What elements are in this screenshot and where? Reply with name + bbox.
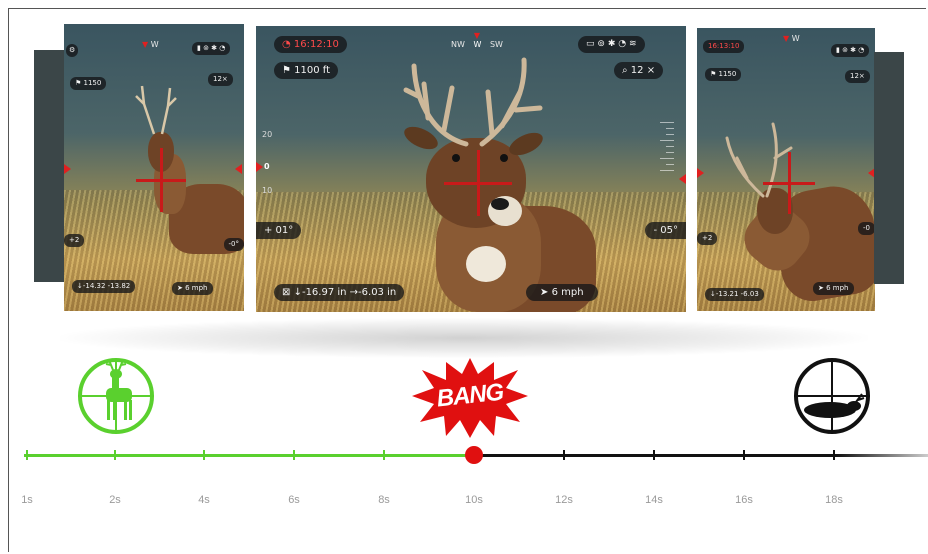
main-right-scale: [660, 122, 676, 176]
main-zoom-value: 12 ×: [630, 65, 656, 76]
left-level-marker-icon: [64, 164, 71, 174]
timeline-tick: [563, 450, 565, 460]
left-range-value: 1150: [83, 79, 102, 87]
left-compass: ▼ W: [142, 40, 159, 49]
left-offset-readout: ↓-14.32 -13.82: [72, 280, 136, 293]
left-compass-w: W: [150, 40, 159, 49]
right-scope-view[interactable]: 16:13:10 ▼ W ▮ ⊚ ✱ ◔ ⚑ 1150 12× +2 -0 ↓-…: [697, 28, 875, 311]
timeline-tick-label: 14s: [645, 494, 663, 506]
right-level-marker-icon: [697, 168, 704, 178]
bang-burst-icon: BANG: [410, 356, 530, 440]
timeline-current-marker[interactable]: [465, 446, 483, 464]
right-offset-readout: ↓-13.21 -6.03: [705, 288, 764, 301]
main-wind-readout: ➤ 6 mph: [526, 284, 598, 301]
right-compass-marker-icon: ▼: [783, 34, 790, 43]
timeline-tick: [743, 450, 745, 460]
main-time-value: 16:12:10: [293, 39, 339, 50]
deer-in-scope-icon: [76, 356, 156, 436]
range-flag-icon: ⚑: [282, 65, 291, 76]
timeline-elapsed: [24, 454, 474, 457]
left-wind-readout: ➤ 6 mph: [172, 282, 213, 295]
right-reticle: [763, 152, 815, 214]
main-range-value: 1100 ft: [294, 65, 331, 76]
timeline-remaining: [474, 454, 928, 457]
right-time-readout: 16:13:10: [703, 40, 745, 53]
right-wind-icon: ➤: [818, 284, 824, 292]
timeline-tick: [203, 450, 205, 460]
scale-mark-bottom: 10: [262, 186, 273, 195]
timeline-tick-label: 4s: [198, 494, 210, 506]
left-range-icon: ⚑: [75, 79, 82, 87]
left-zoom-value: 12×: [213, 75, 228, 83]
main-angle-right: - 05°: [645, 222, 686, 239]
main-zoom-readout[interactable]: ⌕ 12 ×: [614, 62, 664, 79]
wifi-icon: ≋: [628, 39, 637, 49]
timeline-tick: [293, 450, 295, 460]
main-offset-readout: ⊠ ↓-16.97 in →-6.03 in: [274, 284, 405, 301]
left-range-readout: ⚑ 1150: [70, 77, 107, 90]
compass-icon: ◔: [618, 39, 627, 49]
right-view-back: [874, 52, 904, 284]
compass-nw: NW: [451, 40, 465, 49]
floor-shadow: [60, 318, 868, 358]
left-compass-marker-icon: ▼: [142, 40, 149, 49]
compass-marker-icon: ▼: [473, 31, 481, 40]
main-level-marker-right-icon: [679, 174, 686, 184]
left-status-icons: ▮ ⊚ ✱ ◔: [192, 42, 231, 55]
downed-deer-scope-icon: [792, 356, 872, 436]
gps-icon: ⊚: [597, 39, 605, 49]
timeline-tick: [26, 450, 28, 460]
right-angle-right: -0: [858, 222, 875, 235]
left-angle-right: -0°: [223, 238, 244, 251]
timeline-tick: [114, 450, 116, 460]
battery-icon: ▭: [586, 39, 595, 49]
right-compass: ▼ W: [783, 34, 800, 43]
timeline-tick-label: 2s: [109, 494, 121, 506]
timeline-tick-label: 12s: [555, 494, 573, 506]
compass-sw: SW: [489, 40, 503, 49]
main-compass: ▼ NW W SW: [442, 31, 512, 50]
main-status-bar: ▭ ⊚ ✱ ◔ ≋: [578, 36, 645, 53]
timeline-tick: [383, 450, 385, 460]
main-wind-value: 6 mph: [551, 287, 584, 298]
left-scope-view[interactable]: ⚙ ▼ W ▮ ⊚ ✱ ◔ ⚑ 1150 12× +2 -0° ↓-14.32 …: [64, 24, 244, 311]
compass-w: W: [473, 40, 482, 49]
timeline-tick-label: 10s: [465, 494, 483, 506]
timeline-tick-label: 1s: [21, 494, 33, 506]
scale-mark-zero: 0: [264, 162, 270, 171]
timeline-tick-label: 18s: [825, 494, 843, 506]
right-zoom-readout[interactable]: 12×: [845, 70, 870, 83]
left-angle-left: +2: [64, 234, 85, 247]
timeline-tick-label: 8s: [378, 494, 390, 506]
timeline-tick-label: 16s: [735, 494, 753, 506]
timeline-tick: [653, 450, 655, 460]
zoom-icon: ⌕: [622, 65, 628, 76]
main-left-scale: 20 0 10: [262, 122, 286, 232]
left-zoom-readout[interactable]: 12×: [208, 73, 233, 86]
wind-icon: ➤: [540, 287, 549, 298]
main-level-marker-left-icon: [256, 162, 263, 172]
right-wind-readout: ➤ 6 mph: [813, 282, 854, 295]
left-wind-icon: ➤: [177, 284, 183, 292]
main-angle-left: + 01°: [256, 222, 302, 239]
right-range-icon: ⚑: [710, 70, 717, 78]
main-offset-value: ↓-16.97 in →-6.03 in: [293, 287, 397, 298]
right-compass-w: W: [791, 34, 800, 43]
right-status-icons: ▮ ⊚ ✱ ◔: [831, 44, 870, 57]
main-time-readout: ◔ 16:12:10: [274, 36, 347, 53]
timeline-tick: [833, 450, 835, 460]
timeline-tick-label: 6s: [288, 494, 300, 506]
bluetooth-icon: ✱: [607, 39, 616, 49]
left-reticle: [136, 148, 186, 212]
timer-icon: ◔: [282, 39, 291, 50]
right-range-readout: ⚑ 1150: [705, 68, 742, 81]
main-reticle: [444, 150, 512, 216]
offset-icon: ⊠: [282, 287, 291, 298]
main-scope-view[interactable]: ◔ 16:12:10 ▼ NW W SW ▭ ⊚ ✱ ◔ ≋ ⚑ 1100 ft…: [256, 26, 686, 312]
left-level-marker-right-icon: [235, 164, 242, 174]
main-range-readout: ⚑ 1100 ft: [274, 62, 339, 79]
scale-mark-top: 20: [262, 130, 273, 139]
right-angle-left: +2: [697, 232, 718, 245]
left-view-back: [34, 50, 66, 282]
